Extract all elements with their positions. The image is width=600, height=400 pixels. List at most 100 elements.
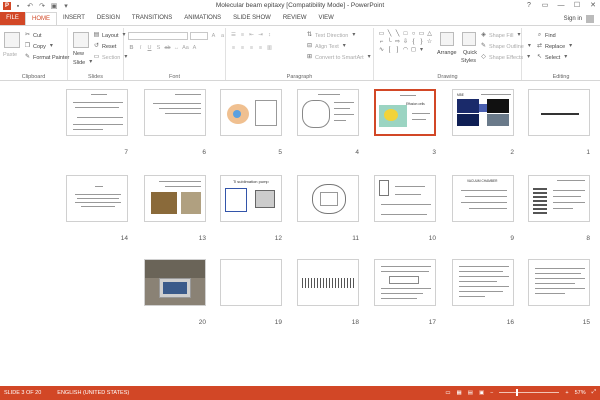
bullets-icon[interactable]: ☰ — [230, 32, 237, 39]
minimize-button[interactable]: — — [556, 0, 566, 11]
line-spacing-icon[interactable]: ↕ — [266, 32, 273, 39]
shapes-gallery[interactable]: ▭ ╲ ╲ □ ○ ▭ △ ⌐ └ ⇨ ⇩{} ☆ ∿[] ◠ ◻ ▾ — [378, 31, 433, 61]
slide-preview[interactable] — [452, 259, 514, 306]
slide-preview[interactable] — [374, 175, 436, 222]
slide-preview[interactable] — [144, 259, 206, 306]
slide-preview[interactable] — [528, 89, 590, 136]
justify-icon[interactable]: ≡ — [257, 45, 264, 52]
arrange-icon[interactable] — [440, 32, 454, 46]
slide-indicator[interactable]: SLIDE 3 OF 20 — [4, 390, 41, 396]
font-name-input[interactable] — [128, 32, 188, 40]
align-left-icon[interactable]: ≡ — [230, 45, 237, 52]
spacing-icon[interactable]: ↔ — [173, 45, 180, 52]
find-button[interactable]: ⌕ Find — [536, 32, 556, 39]
slide-preview[interactable] — [297, 175, 359, 222]
italic-icon[interactable]: I — [137, 45, 144, 52]
slide-preview[interactable] — [297, 89, 359, 136]
paste-icon[interactable] — [4, 32, 20, 48]
tab-view[interactable]: VIEW — [313, 12, 340, 25]
slide-preview[interactable] — [220, 89, 282, 136]
convert-smartart-button[interactable]: ⊞ Convert to SmartArt ▾ — [306, 54, 373, 61]
strikethrough-icon[interactable]: ab — [164, 45, 171, 52]
zoom-level[interactable]: 57% — [575, 390, 586, 396]
tab-insert[interactable]: INSERT — [57, 12, 91, 25]
rectangle-shape-icon: □ — [403, 31, 408, 37]
zoom-in-icon[interactable]: + — [565, 390, 568, 396]
align-text-button[interactable]: ⊟ Align Text ▾ — [306, 43, 348, 50]
restore-button[interactable]: ☐ — [572, 0, 582, 11]
slide-preview[interactable]: Ti sublimation pump — [220, 175, 282, 222]
zoom-out-icon[interactable]: − — [490, 390, 493, 396]
slide-preview[interactable] — [220, 259, 282, 306]
increase-indent-icon[interactable]: ⇥ — [257, 32, 264, 39]
slide-preview[interactable] — [374, 259, 436, 306]
columns-icon[interactable]: ▥ — [266, 45, 273, 52]
format-painter-button[interactable]: ✎ Format Painter — [24, 54, 69, 61]
group-label-font: Font — [168, 74, 180, 80]
font-color-icon[interactable]: A — [191, 45, 198, 52]
select-button[interactable]: ↖ Select ▾ — [536, 54, 569, 61]
new-slide-button[interactable]: New — [73, 51, 84, 57]
decrease-indent-icon[interactable]: ⇤ — [248, 32, 255, 39]
replace-button[interactable]: ⇄ Replace ▾ — [536, 43, 574, 50]
shadow-icon[interactable]: S — [155, 45, 162, 52]
quick-styles-icon[interactable] — [462, 32, 476, 46]
quick-styles-button[interactable]: Quick — [463, 50, 477, 56]
font-format-row: B I U S ab ↔ Aa A — [128, 45, 198, 52]
tab-file[interactable]: FILE — [0, 12, 25, 25]
slide-preview[interactable] — [144, 89, 206, 136]
slide-preview[interactable]: VACUUM CHAMBER — [452, 175, 514, 222]
change-case-icon[interactable]: Aa — [182, 45, 189, 52]
cut-button[interactable]: ✂ Cut — [24, 32, 42, 39]
slide-preview[interactable] — [66, 89, 128, 136]
language-indicator[interactable]: ENGLISH (UNITED STATES) — [57, 390, 129, 396]
tab-design[interactable]: DESIGN — [91, 12, 126, 25]
align-center-icon[interactable]: ≡ — [239, 45, 246, 52]
font-size-input[interactable] — [190, 32, 208, 40]
slide-preview[interactable] — [66, 175, 128, 222]
slide-number: 9 — [510, 235, 514, 242]
sign-in-label[interactable]: Sign in — [564, 16, 582, 22]
text-direction-button[interactable]: ⇅ Text Direction ▾ — [306, 32, 357, 39]
slide-preview[interactable]: MBE — [452, 89, 514, 136]
shrink-font-icon[interactable]: a — [219, 33, 226, 40]
slide-preview[interactable] — [528, 175, 590, 222]
help-button[interactable]: ? — [524, 0, 534, 11]
zoom-slider[interactable] — [499, 389, 560, 396]
reset-button[interactable]: ↺ Reset — [93, 43, 116, 50]
slide-sorter-view-icon[interactable]: ▦ — [457, 390, 462, 396]
normal-view-icon[interactable]: ▭ — [445, 390, 450, 396]
tab-slide-show[interactable]: SLIDE SHOW — [227, 12, 277, 25]
reading-view-icon[interactable]: ▤ — [468, 390, 473, 396]
tab-transitions[interactable]: TRANSITIONS — [126, 12, 178, 25]
quick-styles-label2[interactable]: Styles — [461, 58, 476, 64]
group-paragraph: ☰ ≡ ⇤ ⇥ ↕ ≡ ≡ ≡ ≡ ▥ ⇅ Text Direction ▾ ⊟ Al… — [226, 28, 374, 80]
zoom-slider-thumb[interactable] — [516, 389, 519, 396]
tab-animations[interactable]: ANIMATIONS — [178, 12, 227, 25]
slide-preview[interactable] — [528, 259, 590, 306]
copy-button[interactable]: ❐ Copy ▾ — [24, 43, 55, 50]
fit-slide-icon[interactable]: ⤢ — [592, 389, 596, 396]
slide-preview[interactable] — [297, 259, 359, 306]
bold-icon[interactable]: B — [128, 45, 135, 52]
arrange-button[interactable]: Arrange — [437, 50, 457, 56]
align-right-icon[interactable]: ≡ — [248, 45, 255, 52]
layout-button[interactable]: ▤ Layout ▾ — [93, 32, 128, 39]
tab-home[interactable]: HOME — [25, 12, 57, 25]
slide-preview[interactable] — [144, 175, 206, 222]
sign-in[interactable]: Sign in — [564, 15, 594, 23]
grow-font-icon[interactable]: A — [210, 33, 217, 40]
tab-review[interactable]: REVIEW — [277, 12, 313, 25]
slide-preview[interactable]: Effusion cells — [374, 89, 436, 136]
ribbon-display-button[interactable]: ▭ — [540, 0, 550, 11]
avatar[interactable] — [586, 15, 594, 23]
new-slide-icon[interactable] — [73, 32, 89, 48]
chevron-down-icon: ▾ — [49, 43, 53, 49]
slideshow-view-icon[interactable]: ▣ — [479, 390, 484, 396]
paste-button[interactable]: Paste — [3, 52, 17, 58]
shape-fill-button[interactable]: ◈ Shape Fill ▾ — [480, 32, 522, 39]
close-button[interactable]: ✕ — [588, 0, 598, 11]
new-slide-dropdown[interactable]: Slide ▾ — [73, 59, 94, 66]
numbering-icon[interactable]: ≡ — [239, 32, 246, 39]
underline-icon[interactable]: U — [146, 45, 153, 52]
